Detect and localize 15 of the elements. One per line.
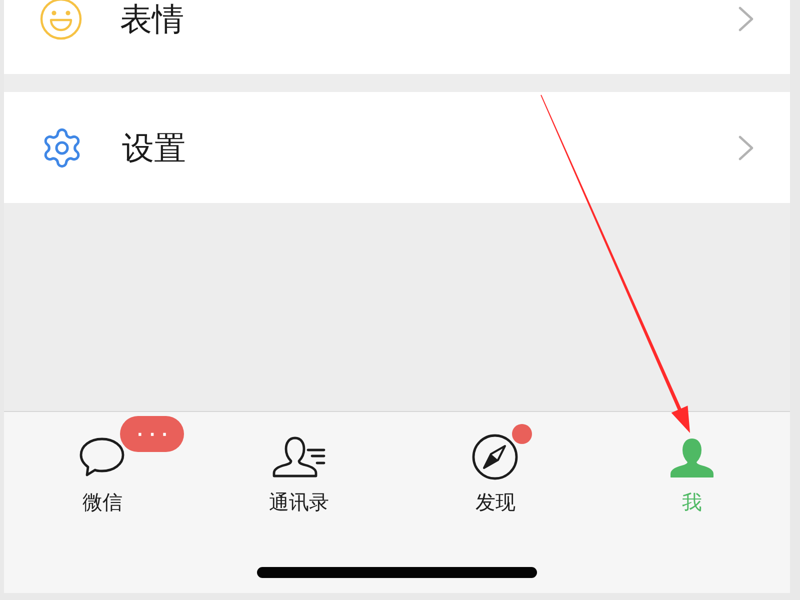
tab[interactable]: ··· 微信 <box>4 415 200 514</box>
menu-row[interactable]: 表情 <box>4 0 790 74</box>
tab[interactable]: 通讯录 <box>200 415 397 514</box>
tab[interactable]: 发现 <box>397 415 594 514</box>
unread-badge: ··· <box>120 416 184 452</box>
chevron-right-icon <box>738 134 754 160</box>
menu-row[interactable]: 设置 <box>4 92 790 203</box>
menu-label: 表情 <box>120 0 184 38</box>
menu-label: 设置 <box>122 128 186 168</box>
chevron-right-icon <box>738 6 754 32</box>
speech-bubble-icon <box>78 436 126 478</box>
smiley-icon <box>40 0 82 40</box>
compass-icon <box>471 434 520 480</box>
contacts-icon <box>272 436 326 478</box>
person-icon <box>668 436 715 478</box>
